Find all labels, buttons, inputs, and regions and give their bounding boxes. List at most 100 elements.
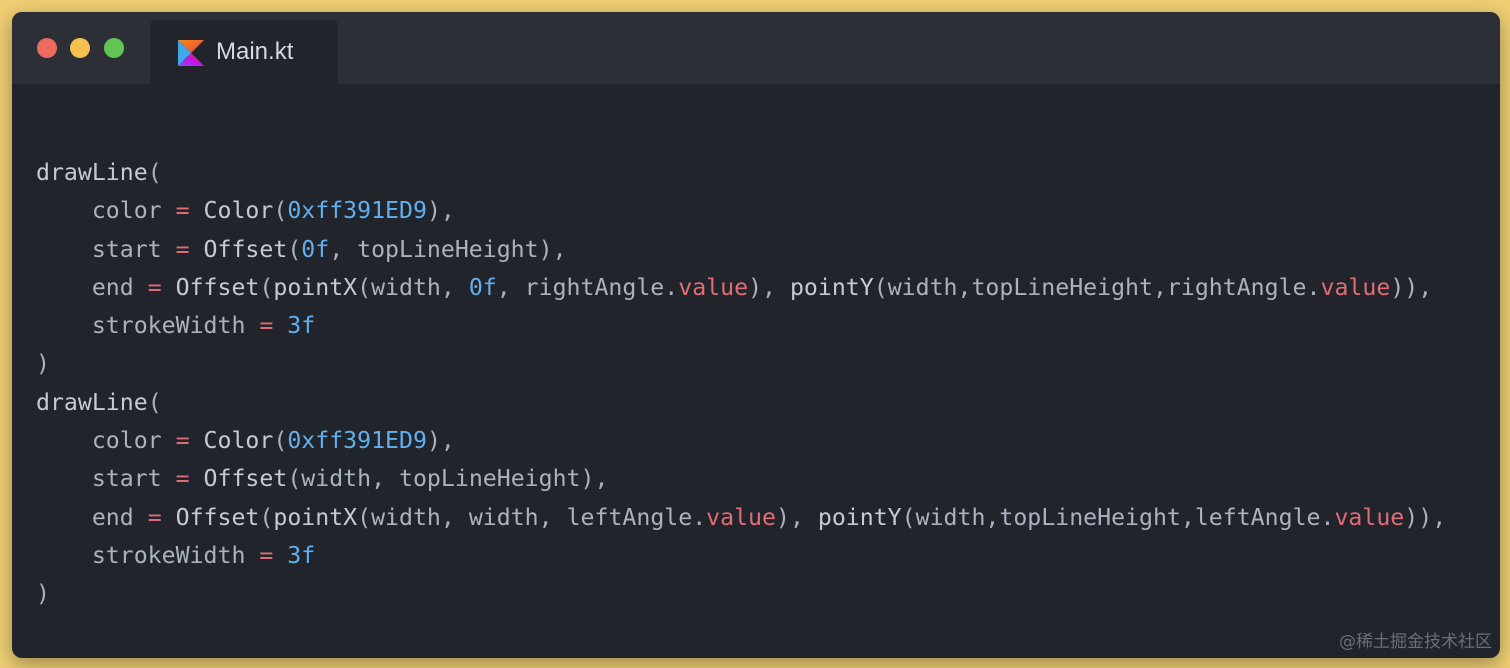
code-line: color = Color(0xff391ED9), [36, 422, 1446, 460]
close-button[interactable] [37, 38, 57, 58]
code-token: = [245, 312, 288, 340]
code-line: start = Offset(width, topLineHeight), [36, 460, 1446, 498]
code-line: start = Offset(0f, topLineHeight), [36, 231, 1446, 269]
code-token: color [91, 427, 162, 455]
code-token: ) [580, 465, 595, 493]
code-token: , [329, 235, 358, 263]
kotlin-icon [178, 40, 204, 66]
code-line: strokeWidth = 3f [36, 537, 1446, 575]
code-token: , [440, 427, 455, 455]
code-token: ( [259, 273, 274, 301]
zoom-button[interactable] [104, 38, 124, 58]
tab-label: Main.kt [216, 38, 294, 65]
code-token: width [468, 503, 539, 531]
code-token: ) [775, 503, 790, 531]
code-token: topLineHeight [971, 273, 1153, 301]
code-token: ( [901, 503, 916, 531]
code-line: drawLine( [36, 384, 1446, 422]
code-line: ) [36, 575, 1446, 613]
code-token: value [1334, 503, 1405, 531]
code-token: width [887, 273, 958, 301]
code-token: ( [287, 235, 302, 263]
code-window: Main.kt drawLine( color = Color(0xff391E… [12, 12, 1500, 658]
code-token: , [552, 235, 567, 263]
code-token: strokeWidth [91, 312, 246, 340]
code-line: strokeWidth = 3f [36, 307, 1446, 345]
code-token: topLineHeight [357, 235, 539, 263]
code-token: topLineHeight [999, 503, 1181, 531]
code-token: Color [203, 197, 274, 225]
code-token: , [440, 503, 469, 531]
code-token: , [538, 503, 567, 531]
code-token: color [91, 197, 162, 225]
code-token: , [957, 273, 972, 301]
code-line: color = Color(0xff391ED9), [36, 192, 1446, 230]
code-token: ( [357, 503, 372, 531]
code-token: ) [36, 350, 50, 378]
code-token: drawLine [36, 388, 148, 416]
code-token: , [1152, 273, 1167, 301]
code-token: ( [273, 427, 288, 455]
code-token: start [91, 465, 162, 493]
code-token: 3f [287, 541, 316, 569]
code-token: value [1320, 273, 1391, 301]
code-token: ( [873, 273, 888, 301]
code-token: = [161, 235, 204, 263]
code-token: , [496, 273, 525, 301]
code-token: ) [748, 273, 763, 301]
code-token: )) [1390, 273, 1419, 301]
code-line: end = Offset(pointX(width, width, leftAn… [36, 499, 1446, 537]
code-token: , [1180, 503, 1195, 531]
code-token: width [371, 503, 441, 531]
code-token: drawLine [36, 159, 148, 186]
code-token: Offset [175, 273, 260, 301]
code-token: = [133, 503, 176, 531]
code-token: leftAngle [566, 503, 693, 531]
code-token: , [762, 273, 790, 301]
code-token: , [1432, 503, 1447, 531]
code-token: . [1306, 273, 1321, 301]
code-token: pointX [273, 503, 358, 531]
code-token: ) [426, 427, 441, 455]
code-line: end = Offset(pointX(width, 0f, rightAngl… [36, 269, 1446, 307]
code-token: Offset [203, 465, 288, 493]
code-token: . [1320, 503, 1335, 531]
code-token: Color [203, 427, 274, 455]
code-token: . [692, 503, 707, 531]
code-token: pointX [273, 273, 358, 301]
code-token: pointY [817, 503, 902, 531]
code-token: ) [538, 235, 553, 263]
watermark: @稀土掘金技术社区 [1339, 632, 1492, 652]
code-token: Offset [175, 503, 260, 531]
code-token: , [1418, 273, 1433, 301]
code-token: width [371, 273, 441, 301]
code-token: ( [273, 197, 288, 225]
code-token: ) [426, 197, 441, 225]
minimize-button[interactable] [70, 38, 90, 58]
code-token: . [664, 273, 679, 301]
code-token: end [91, 273, 134, 301]
title-bar: Main.kt [12, 12, 1500, 84]
code-token: ( [287, 465, 302, 493]
code-token: = [161, 465, 204, 493]
code-editor[interactable]: drawLine( color = Color(0xff391ED9), sta… [36, 154, 1446, 614]
code-token: ( [357, 273, 372, 301]
code-token: leftAngle [1194, 503, 1321, 531]
code-token: , [440, 273, 469, 301]
code-token: topLineHeight [399, 465, 581, 493]
tab-main-kt[interactable]: Main.kt [150, 20, 338, 84]
code-token: width [915, 503, 986, 531]
code-token: ) [36, 580, 50, 608]
code-token: = [161, 427, 204, 455]
code-token: )) [1404, 503, 1433, 531]
code-token: , [594, 465, 609, 493]
code-line: ) [36, 345, 1446, 383]
code-token: pointY [789, 273, 874, 301]
code-token: 0f [468, 273, 497, 301]
